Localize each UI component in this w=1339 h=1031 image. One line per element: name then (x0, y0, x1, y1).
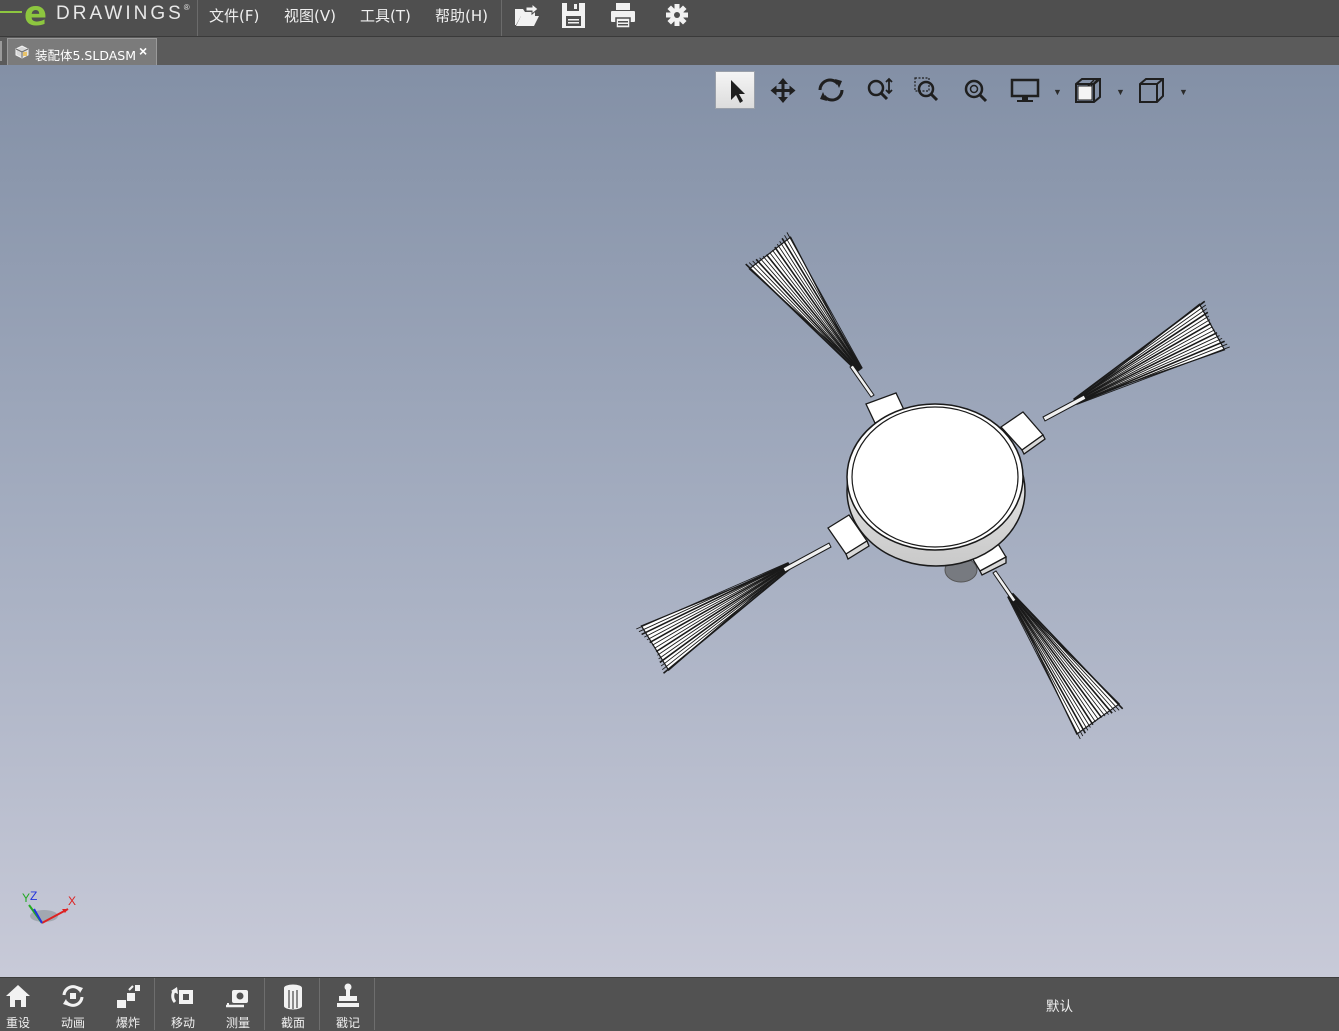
separator (501, 0, 502, 36)
view-orientation-dropdown-icon[interactable]: ▼ (1179, 87, 1188, 97)
logo-arrow-line (0, 11, 22, 13)
bottom-toolbar: 重设 动画 爆炸 移动 测量 截面 戳记 默认 (0, 977, 1339, 1030)
logo-registered-mark: ® (183, 3, 193, 12)
assembly-model[interactable] (0, 65, 1339, 977)
stamp-button[interactable]: 戳记 (330, 978, 384, 1030)
reset-button[interactable]: 重设 (0, 978, 54, 1030)
menu-file[interactable]: 文件(F) (209, 5, 259, 27)
print-icon[interactable] (608, 2, 638, 30)
document-tab[interactable]: 装配体5.SLDASM × (7, 38, 157, 65)
graphics-viewport[interactable]: ▼ ▼ ▼ X Y Z (0, 65, 1339, 977)
move-icon (169, 982, 197, 1010)
explode-label: 爆炸 (116, 1016, 141, 1030)
menu-view[interactable]: 视图(V) (284, 5, 336, 27)
move-button[interactable]: 移动 (165, 978, 219, 1030)
view-toolbar: ▼ ▼ ▼ (714, 69, 1194, 111)
title-menu-bar: e DRAWINGS® 文件(F) 视图(V) 工具(T) 帮助(H) (0, 0, 1339, 37)
animate-label: 动画 (61, 1016, 86, 1030)
triad-x-label: X (68, 894, 77, 908)
document-tab-strip: 装配体5.SLDASM × (0, 37, 1339, 65)
explode-button[interactable]: 爆炸 (110, 978, 164, 1030)
explode-icon (114, 982, 142, 1010)
stamp-label: 戳记 (336, 1016, 361, 1030)
logo-wordmark: DRAWINGS (56, 3, 184, 24)
hub-body (846, 403, 1026, 567)
edrawings-logo: e DRAWINGS® (0, 0, 196, 36)
zoom-to-fit-icon[interactable] (956, 71, 996, 109)
section-view-icon[interactable] (1068, 71, 1108, 109)
section-button[interactable]: 截面 (275, 978, 329, 1030)
animate-icon (59, 982, 87, 1010)
home-icon (4, 982, 32, 1010)
tab-strip-edge (0, 41, 2, 61)
rotate-icon[interactable] (811, 71, 851, 109)
triad-z-label: Z (30, 889, 38, 903)
separator (264, 978, 265, 1030)
assembly-icon (14, 44, 30, 60)
display-style-icon[interactable] (1005, 71, 1045, 109)
configuration-status: 默认 (1046, 999, 1073, 1015)
display-style-dropdown-icon[interactable]: ▼ (1053, 87, 1062, 97)
settings-gear-icon[interactable] (662, 2, 692, 30)
logo-text: DRAWINGS® (56, 3, 193, 25)
logo-e: e (24, 0, 48, 34)
separator (374, 978, 375, 1030)
save-icon[interactable] (559, 2, 589, 30)
measure-label: 测量 (226, 1016, 251, 1030)
stamp-icon (334, 982, 362, 1010)
zoom-icon[interactable] (859, 71, 899, 109)
select-icon[interactable] (715, 71, 755, 109)
animate-button[interactable]: 动画 (55, 978, 109, 1030)
coordinate-triad: X Y Z (18, 887, 82, 935)
measure-icon (224, 982, 252, 1010)
pan-icon[interactable] (763, 71, 803, 109)
tab-close-button[interactable]: × (139, 43, 147, 59)
reset-label: 重设 (6, 1016, 31, 1030)
section-label: 截面 (281, 1016, 306, 1030)
menu-tools[interactable]: 工具(T) (360, 5, 411, 27)
section-icon (279, 982, 307, 1010)
view-orientation-icon[interactable] (1131, 71, 1171, 109)
zoom-to-area-icon[interactable] (907, 71, 947, 109)
open-icon[interactable] (512, 2, 542, 30)
move-label: 移动 (171, 1016, 196, 1030)
section-view-dropdown-icon[interactable]: ▼ (1116, 87, 1125, 97)
triad-y-label: Y (22, 891, 31, 905)
menu-help[interactable]: 帮助(H) (435, 5, 488, 27)
measure-button[interactable]: 测量 (220, 978, 274, 1030)
separator (197, 0, 198, 36)
tab-label: 装配体5.SLDASM (35, 48, 137, 63)
separator (319, 978, 320, 1030)
separator (154, 978, 155, 1030)
